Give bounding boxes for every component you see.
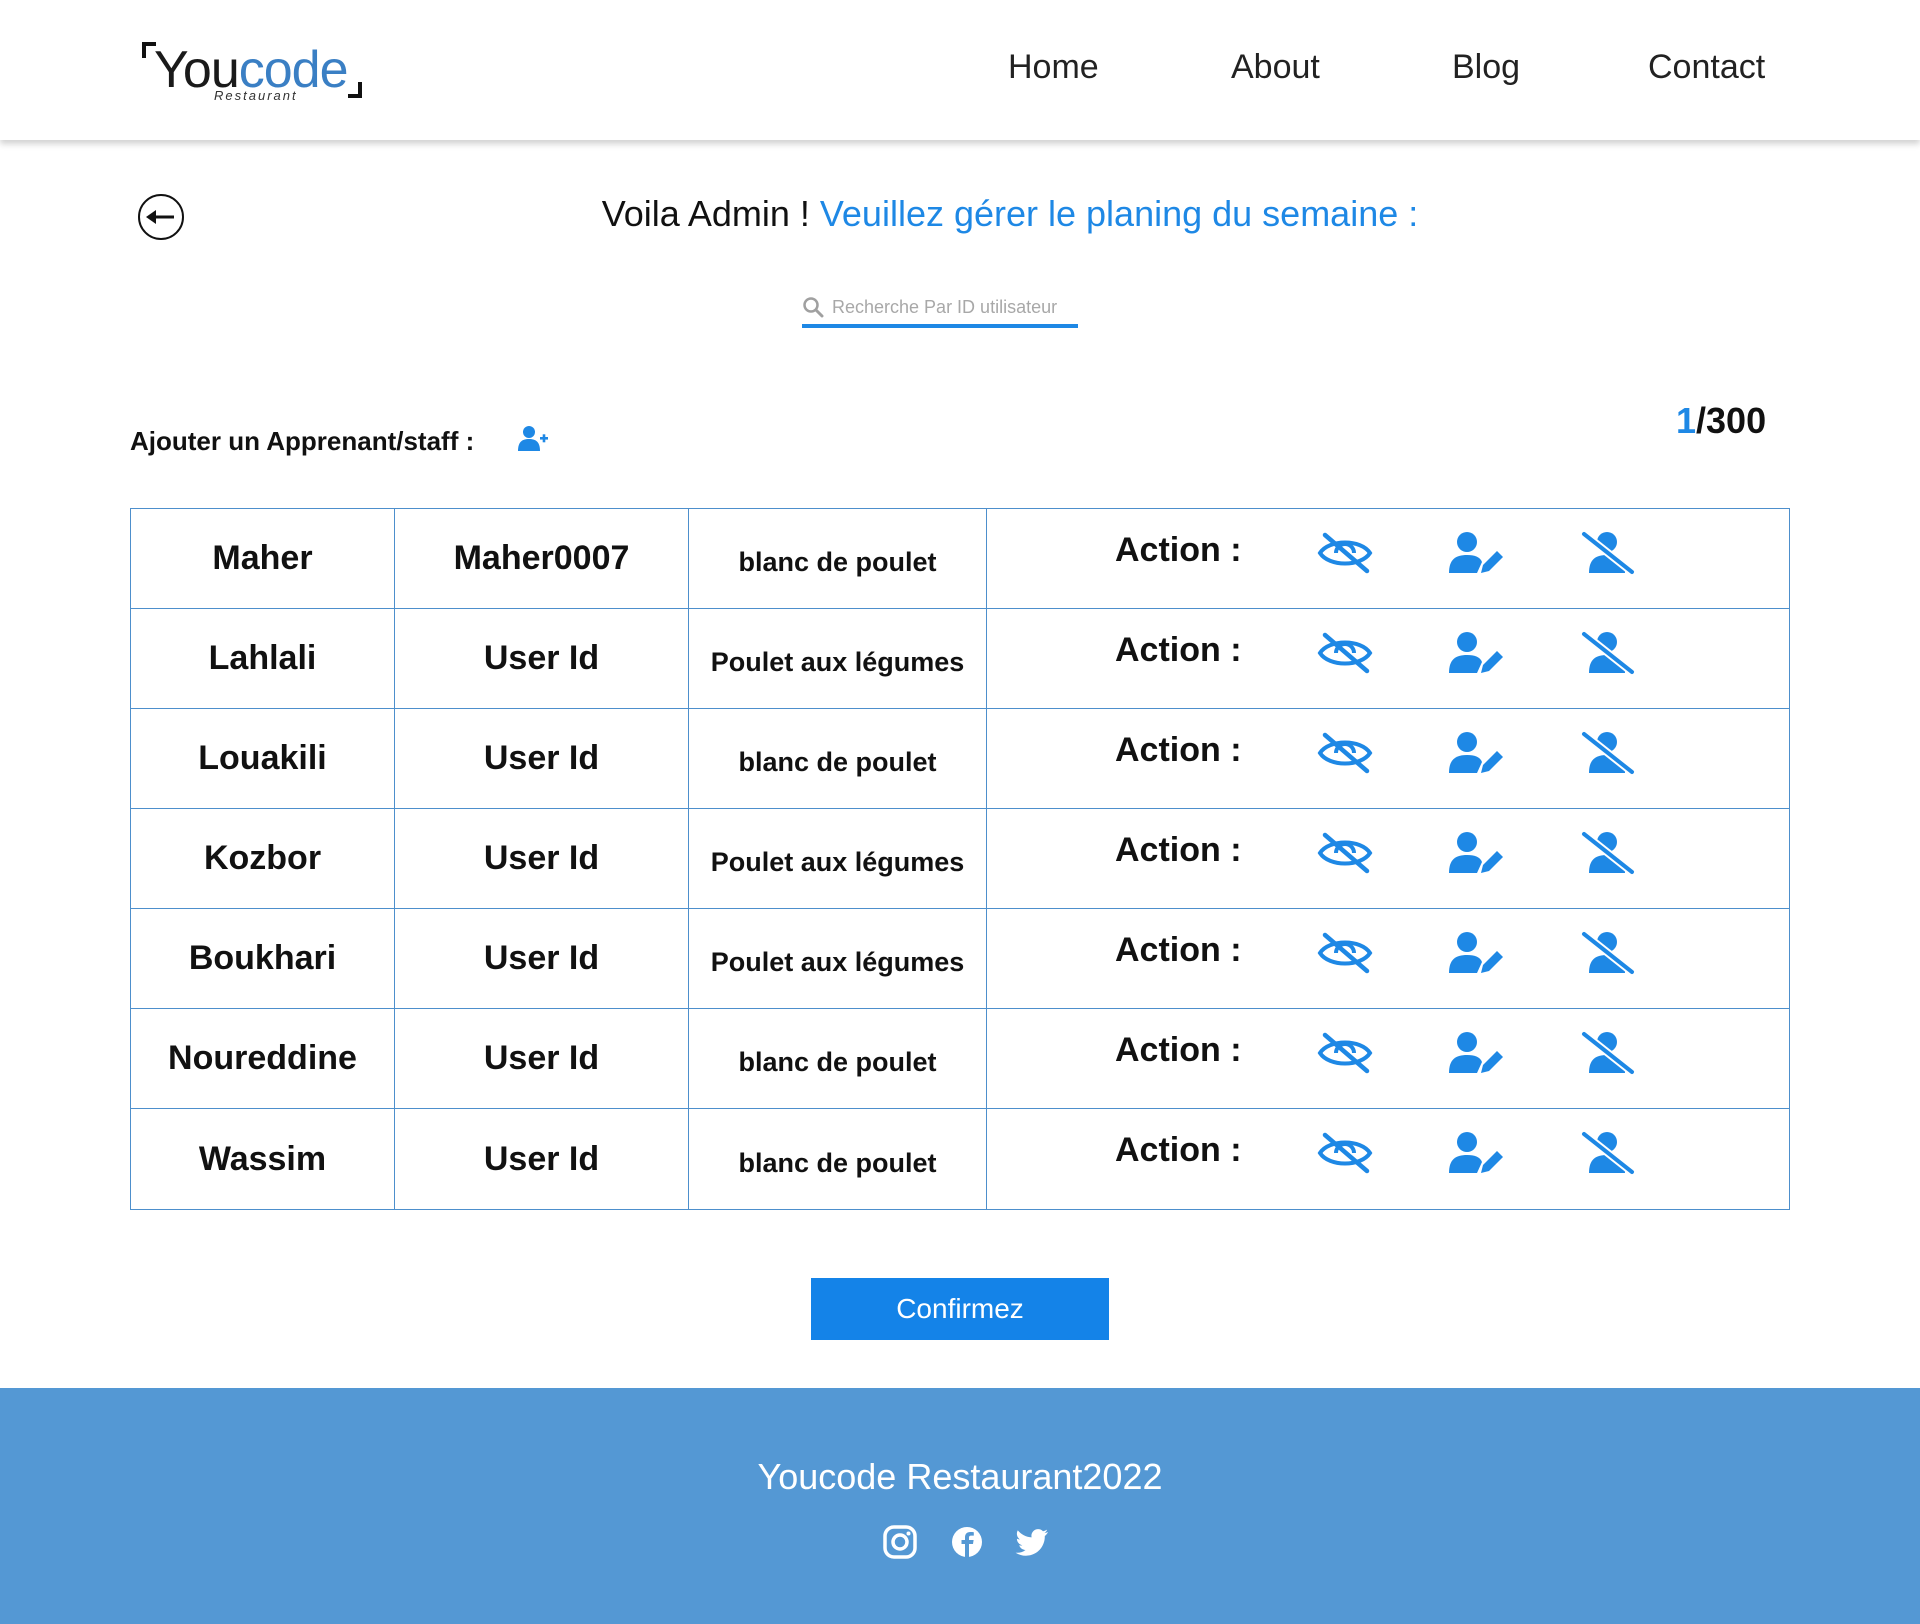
cell-actions: Action : [987,909,1789,1008]
logo-corner-bottom-right [348,82,362,98]
nav-blog[interactable]: Blog [1452,48,1520,87]
cell-name: Wassim [131,1109,395,1209]
nav-home[interactable]: Home [1008,48,1099,87]
cell-user-id: Maher0007 [395,509,689,608]
search-icon [803,297,824,318]
nav-about[interactable]: About [1231,48,1320,87]
cell-user-id: User Id [395,1009,689,1108]
user-slash-icon[interactable] [1579,1031,1635,1075]
eye-slash-icon[interactable] [1317,1131,1373,1175]
cell-meal: Poulet aux légumes [689,909,987,1008]
search-bar [802,292,1078,328]
action-label: Action : [1115,631,1242,669]
user-slash-icon[interactable] [1579,631,1635,675]
cell-name: Lahlali [131,609,395,708]
cell-meal: blanc de poulet [689,1109,987,1209]
cell-actions: Action : [987,509,1789,608]
counter-total: /300 [1696,400,1767,441]
instagram-icon[interactable] [882,1524,918,1560]
cell-name: Noureddine [131,1009,395,1108]
action-label: Action : [1115,931,1242,969]
counter-current: 1 [1676,400,1697,441]
action-label: Action : [1115,831,1242,869]
nav-contact[interactable]: Contact [1648,48,1765,87]
cell-actions: Action : [987,609,1789,708]
twitter-icon[interactable] [1014,1524,1050,1560]
action-label: Action : [1115,531,1242,569]
table-row: Louakili User Id blanc de poulet Action … [131,709,1789,809]
cell-user-id: User Id [395,909,689,1008]
table-row: Maher Maher0007 blanc de poulet Action : [131,509,1789,609]
user-edit-icon[interactable] [1447,731,1503,775]
page-title: Voila Admin ! Veuillez gérer le planing … [0,193,1920,235]
cell-name: Maher [131,509,395,608]
add-user-icon[interactable] [518,424,548,454]
cell-user-id: User Id [395,609,689,708]
user-edit-icon[interactable] [1447,931,1503,975]
cell-name: Louakili [131,709,395,808]
user-edit-icon[interactable] [1447,831,1503,875]
user-edit-icon[interactable] [1447,1131,1503,1175]
cell-meal: blanc de poulet [689,709,987,808]
logo-subtitle: Restaurant [214,88,298,103]
cell-meal: blanc de poulet [689,1009,987,1108]
cell-user-id: User Id [395,1109,689,1209]
user-edit-icon[interactable] [1447,531,1503,575]
user-slash-icon[interactable] [1579,1131,1635,1175]
page-title-prefix: Voila Admin ! [601,193,820,234]
eye-slash-icon[interactable] [1317,831,1373,875]
facebook-icon[interactable] [949,1524,985,1560]
action-label: Action : [1115,731,1242,769]
cell-actions: Action : [987,1109,1789,1209]
schedule-table: Maher Maher0007 blanc de poulet Action : [130,508,1790,1210]
eye-slash-icon[interactable] [1317,531,1373,575]
table-row: Lahlali User Id Poulet aux légumes Actio… [131,609,1789,709]
user-slash-icon[interactable] [1579,731,1635,775]
cell-user-id: User Id [395,809,689,908]
action-label: Action : [1115,1131,1242,1169]
cell-actions: Action : [987,809,1789,908]
youcode-logo[interactable]: Youcode Restaurant [142,38,362,104]
cell-meal: Poulet aux légumes [689,809,987,908]
table-row: Kozbor User Id Poulet aux légumes Action… [131,809,1789,909]
site-footer: Youcode Restaurant2022 [0,1388,1920,1624]
user-slash-icon[interactable] [1579,531,1635,575]
add-staff-label: Ajouter un Apprenant/staff : [130,426,475,456]
cell-name: Boukhari [131,909,395,1008]
footer-copyright: Youcode Restaurant2022 [757,1456,1163,1497]
cell-actions: Action : [987,1009,1789,1108]
user-edit-icon[interactable] [1447,1031,1503,1075]
eye-slash-icon[interactable] [1317,931,1373,975]
cell-meal: blanc de poulet [689,509,987,608]
eye-slash-icon[interactable] [1317,631,1373,675]
page-title-highlight: Veuillez gérer le planing du semaine : [819,193,1419,234]
action-label: Action : [1115,1031,1242,1069]
search-input[interactable] [832,294,1072,320]
table-row: Boukhari User Id Poulet aux légumes Acti… [131,909,1789,1009]
cell-name: Kozbor [131,809,395,908]
eye-slash-icon[interactable] [1317,731,1373,775]
eye-slash-icon[interactable] [1317,1031,1373,1075]
table-row: Wassim User Id blanc de poulet Action : [131,1109,1789,1209]
table-row: Noureddine User Id blanc de poulet Actio… [131,1009,1789,1109]
cell-meal: Poulet aux légumes [689,609,987,708]
user-edit-icon[interactable] [1447,631,1503,675]
cell-actions: Action : [987,709,1789,808]
site-header: Youcode Restaurant Home About Blog Conta… [0,0,1920,140]
user-slash-icon[interactable] [1579,931,1635,975]
page-counter: 1/300 [1676,400,1766,442]
confirm-button[interactable]: Confirmez [811,1278,1109,1340]
user-slash-icon[interactable] [1579,831,1635,875]
cell-user-id: User Id [395,709,689,808]
